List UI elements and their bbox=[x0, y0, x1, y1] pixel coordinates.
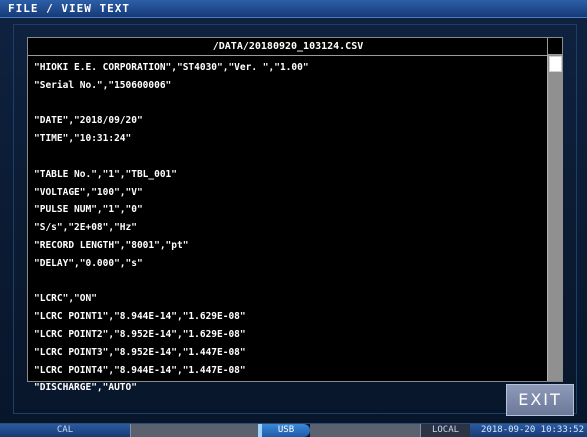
text-line: "HIOKI E.E. CORPORATION","ST4030","Ver. … bbox=[34, 62, 309, 73]
text-line: "DISCHARGE","AUTO" bbox=[34, 382, 137, 394]
text-line: "TIME","10:31:24" bbox=[34, 133, 132, 145]
usb-indicator: USB bbox=[262, 424, 310, 437]
scrollbar[interactable] bbox=[547, 55, 563, 381]
scroll-thumb[interactable] bbox=[549, 56, 562, 72]
text-line: "LCRC POINT4","8.944E-14","1.447E-08" bbox=[34, 364, 246, 376]
status-segment-empty-2 bbox=[310, 424, 420, 437]
text-line: "LCRC","ON" bbox=[34, 293, 97, 305]
status-bar: CAL USB LOCAL 2018-09-20 10:33:52 bbox=[0, 423, 587, 437]
cal-indicator: CAL bbox=[0, 424, 130, 437]
text-viewer: /DATA/20180920_103124.CSV "HIOKI E.E. CO… bbox=[27, 37, 563, 393]
text-line bbox=[34, 273, 542, 291]
text-line: "LCRC POINT2","8.952E-14","1.629E-08" bbox=[34, 328, 246, 340]
status-segment-empty bbox=[130, 424, 258, 437]
text-line: "VOLTAGE","100","V" bbox=[34, 186, 143, 198]
text-line bbox=[34, 95, 542, 113]
text-line: "S/s","2E+08","Hz" bbox=[34, 222, 137, 234]
text-line: "Serial No.","150600006" bbox=[34, 79, 172, 91]
text-line: "DATE","2018/09/20" bbox=[34, 115, 143, 127]
text-lines: "HIOKI E.E. CORPORATION","ST4030","Ver. … bbox=[34, 59, 542, 397]
file-name: /DATA/20180920_103124.CSV bbox=[28, 38, 548, 56]
text-line bbox=[34, 148, 542, 166]
text-line: "TABLE No.","1","TBL_001" bbox=[34, 168, 177, 180]
datetime-display: 2018-09-20 10:33:52 bbox=[470, 424, 587, 437]
text-line: "PULSE NUM","1","0" bbox=[34, 204, 143, 216]
text-line: "LCRC POINT3","8.952E-14","1.447E-08" bbox=[34, 346, 246, 358]
exit-button[interactable]: EXIT bbox=[506, 384, 574, 416]
window-title: FILE / VIEW TEXT bbox=[0, 0, 587, 18]
screen: FILE / VIEW TEXT /DATA/20180920_103124.C… bbox=[0, 0, 587, 437]
mode-indicator: LOCAL bbox=[420, 424, 470, 437]
text-line: "RECORD LENGTH","8001","pt" bbox=[34, 239, 189, 251]
header-corner bbox=[547, 38, 562, 55]
text-line: "LCRC POINT1","8.944E-14","1.629E-08" bbox=[34, 311, 246, 323]
text-line: "DELAY","0.000","s" bbox=[34, 257, 143, 269]
